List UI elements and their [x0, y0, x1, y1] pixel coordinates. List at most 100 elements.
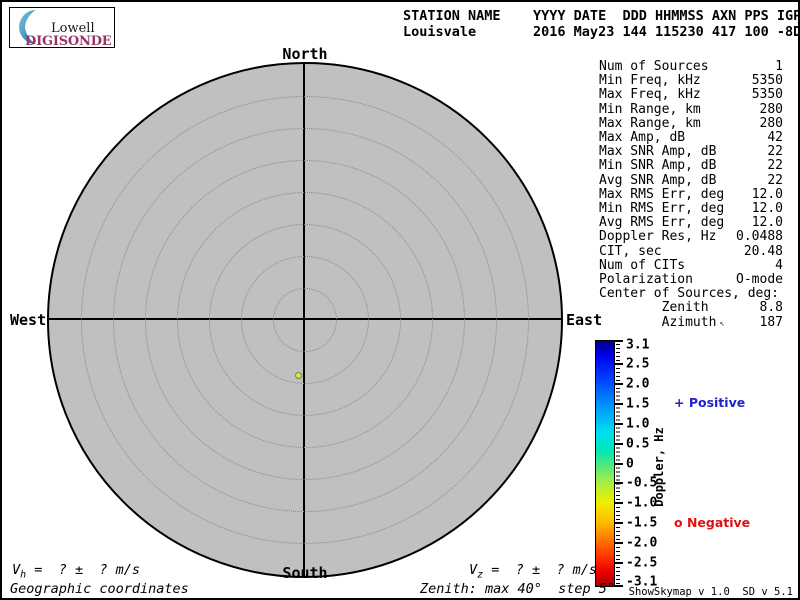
skymap-plot — [47, 62, 563, 578]
compass-label-west: West — [10, 311, 47, 329]
stat-label: Min RMS Err, deg — [599, 201, 725, 217]
lowell-digisonde-logo: Lowell DIGISONDE — [9, 7, 115, 49]
colorbar-tick — [615, 482, 623, 485]
colorbar-tick — [615, 382, 623, 385]
header-station-values: Louisvale 2016 May23 144 115230 417 100 … — [403, 24, 800, 40]
colorbar-tick — [615, 340, 623, 342]
circle-icon: o — [674, 515, 683, 530]
stat-label: Zenith — [599, 300, 709, 316]
stat-label: Min Range, km — [599, 101, 701, 117]
stat-value: 1 — [775, 59, 783, 74]
colorbar-tick — [615, 542, 623, 545]
stat-row: Min Range, km 280 — [599, 101, 783, 117]
stat-label: Max RMS Err, deg — [599, 186, 725, 202]
stat-value: 4 — [775, 257, 783, 273]
compass-label-north: North — [282, 45, 328, 63]
stat-row: Num of CITs 4 — [599, 257, 783, 273]
stat-row: Polarization O-mode — [599, 272, 783, 288]
stat-value: 12.0 — [751, 201, 783, 217]
stat-label: Max Freq, kHz — [599, 87, 701, 103]
vh-value: = ? ± ? m/s — [26, 562, 140, 578]
colorbar-tick-label: 2.0 — [626, 376, 650, 392]
stat-value: 22 — [767, 172, 783, 188]
stat-row: Azimuth ↖ 187 — [599, 314, 783, 331]
stat-row: Center of Sources, deg: — [599, 287, 783, 301]
stat-value: 280 — [759, 115, 783, 131]
stat-value: 20.48 — [743, 243, 783, 259]
colorbar-tick-label: -2.5 — [626, 555, 658, 571]
stat-label: Azimuth ↖ — [599, 314, 725, 330]
stat-value: 12.0 — [751, 186, 783, 202]
colorbar-tick — [615, 442, 623, 445]
stat-row: Max Amp, dB 42 — [599, 130, 783, 146]
stat-label: Num of Sources — [599, 59, 709, 74]
colorbar-tick — [615, 362, 623, 365]
zenith-ring — [81, 96, 529, 544]
colorbar-tick-label: -1.0 — [626, 495, 658, 511]
stat-row: Doppler Res, Hz 0.0488 — [599, 230, 783, 244]
stat-value: 5350 — [751, 87, 783, 103]
stat-value: 280 — [759, 101, 783, 117]
stat-value: 0.0488 — [736, 229, 783, 245]
stat-value: 22 — [767, 144, 783, 160]
colorbar-tick-label: -2.0 — [626, 535, 658, 551]
logo-digisonde-text: DIGISONDE — [25, 34, 112, 49]
colorbar-tick — [615, 402, 623, 405]
colorbar-tick-label: -3.1 — [626, 574, 658, 590]
zenith-range-note: Zenith: max 40° step 5° — [420, 581, 616, 597]
vh-velocity-readout: Vh = ? ± ? m/s — [12, 562, 140, 581]
header-column-titles: STATION NAME YYYY DATE DDD HHMMSS AXN PP… — [403, 8, 800, 24]
stat-row: Max Freq, kHz 5350 — [599, 88, 783, 102]
plus-icon: + — [674, 395, 685, 410]
stat-value: 8.8 — [759, 300, 783, 316]
stats-panel: Num of Sources 1 Min Freq, kHz 5350 Max Freq… — [599, 59, 783, 331]
stat-row: Num of Sources 1 — [599, 59, 783, 74]
stat-value: 12.0 — [751, 215, 783, 231]
stat-label: CIT, sec — [599, 243, 662, 259]
vz-value: = ? ± ? m/s — [483, 562, 597, 578]
stat-row: Min RMS Err, deg 12.0 — [599, 201, 783, 217]
colorbar-tick — [615, 562, 623, 565]
stat-row: Zenith 8.8 — [599, 301, 783, 315]
stat-value: 42 — [767, 130, 783, 146]
stat-row: Avg SNR Amp, dB 22 — [599, 172, 783, 188]
stat-row: Avg RMS Err, deg 12.0 — [599, 216, 783, 230]
azimuth-direction-icon: ↖ — [719, 318, 725, 329]
stat-row: Max SNR Amp, dB 22 — [599, 145, 783, 159]
legend-positive-label: Positive — [684, 395, 746, 410]
stat-label: Max Amp, dB — [599, 130, 686, 146]
colorbar-tick-label: 0.5 — [626, 436, 650, 452]
colorbar-tick — [615, 462, 623, 465]
stat-value: O-mode — [736, 272, 783, 288]
stat-label: Min Freq, kHz — [599, 73, 701, 89]
stat-label: Avg RMS Err, deg — [599, 215, 725, 231]
stat-label: Polarization — [599, 272, 693, 288]
legend-negative: o Negative — [674, 515, 750, 530]
stat-row: CIT, sec 20.48 — [599, 243, 783, 259]
stat-label: Center of Sources, deg: — [599, 286, 780, 302]
colorbar-tick-label: 1.5 — [626, 396, 650, 412]
stat-row: Min SNR Amp, dB 22 — [599, 159, 783, 173]
compass-label-south: South — [282, 564, 328, 582]
doppler-colorbar — [595, 340, 615, 587]
vh-symbol: V — [12, 562, 21, 578]
stat-label: Max SNR Amp, dB — [599, 144, 717, 160]
colorbar-tick — [615, 422, 623, 425]
showskymap-window: Lowell DIGISONDE STATION NAME YYYY DATE … — [0, 0, 800, 600]
colorbar-tick-label: 0 — [626, 456, 634, 471]
colorbar-tick-label: -1.5 — [626, 515, 658, 531]
compass-label-east: East — [566, 311, 603, 329]
stat-row: Min Freq, kHz 5350 — [599, 74, 783, 88]
stat-label: Doppler Res, Hz — [599, 229, 717, 245]
colorbar-tick — [615, 502, 623, 505]
stat-label: Num of CITs — [599, 257, 686, 273]
colorbar-tick-label: 2.5 — [626, 356, 650, 372]
legend-negative-label: Negative — [682, 515, 751, 530]
stat-row: Max RMS Err, deg 12.0 — [599, 186, 783, 202]
colorbar-tick-label: 1.0 — [626, 416, 650, 432]
stat-value: 187 — [759, 314, 783, 330]
colorbar-axis-label: Doppler, Hz — [652, 427, 666, 507]
stat-label: Min SNR Amp, dB — [599, 158, 717, 174]
colorbar-tick-label: -0.5 — [626, 475, 658, 491]
vz-velocity-readout: Vz = ? ± ? m/s — [469, 562, 597, 581]
